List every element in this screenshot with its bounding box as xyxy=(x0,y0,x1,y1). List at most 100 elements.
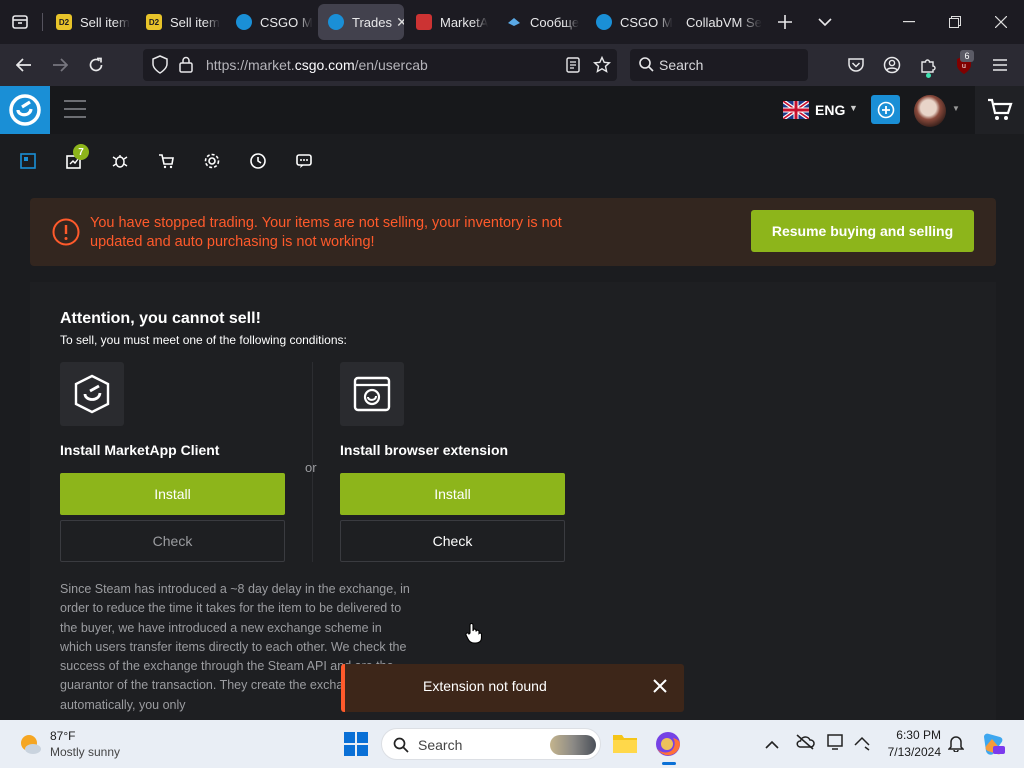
tab-title: MarketA xyxy=(440,14,489,30)
purchase-cart-icon[interactable] xyxy=(155,150,177,172)
chat-support-icon[interactable] xyxy=(293,150,315,172)
new-tab-icon[interactable] xyxy=(771,8,799,36)
install-extension-button[interactable]: Install xyxy=(340,473,565,515)
inventory-sell-icon[interactable]: 7 xyxy=(63,144,89,172)
lock-icon[interactable] xyxy=(179,56,193,78)
search-input[interactable]: Search xyxy=(630,49,808,81)
tab-title: Sell item xyxy=(170,14,220,30)
bookmark-star-icon[interactable] xyxy=(592,55,612,79)
display-icon[interactable] xyxy=(827,733,845,756)
windows-start-icon[interactable] xyxy=(344,732,368,761)
file-explorer-icon[interactable] xyxy=(612,731,638,760)
weather-description[interactable]: Mostly sunny xyxy=(50,745,120,759)
extension-badge: 6 xyxy=(960,50,974,62)
check-client-button[interactable]: Check xyxy=(60,520,285,562)
active-app-indicator xyxy=(662,762,676,765)
bug-icon[interactable] xyxy=(109,150,131,172)
svg-text:u: u xyxy=(962,63,966,70)
update-dot xyxy=(926,73,931,78)
install-client-button[interactable]: Install xyxy=(60,473,285,515)
site-logo-icon[interactable] xyxy=(0,86,50,134)
reload-icon[interactable] xyxy=(82,51,110,79)
close-tab-icon[interactable]: ✕ xyxy=(396,14,404,31)
browser-tab[interactable]: CollabVM Se xyxy=(676,4,766,40)
back-arrow-icon[interactable] xyxy=(10,51,38,79)
browser-tab[interactable]: Сообще xyxy=(496,4,586,40)
search-icon xyxy=(639,57,654,77)
warning-exclamation-icon xyxy=(52,218,80,251)
language-selector[interactable]: ENG xyxy=(815,102,845,118)
cart-icon xyxy=(987,98,1013,120)
ublock-extension-icon[interactable]: u 6 xyxy=(950,50,978,79)
d2-favicon-icon: D2 xyxy=(56,14,72,30)
toast-message: Extension not found xyxy=(423,678,547,694)
list-all-tabs-chevron-down-icon[interactable] xyxy=(811,8,839,36)
marketapp-favicon-icon xyxy=(416,14,432,30)
close-icon[interactable] xyxy=(652,678,672,698)
address-bar[interactable]: https://market.csgo.com/en/usercab xyxy=(143,49,617,81)
add-funds-button[interactable] xyxy=(871,95,900,124)
search-icon xyxy=(393,737,409,758)
site-sub-navigation: 7 xyxy=(0,134,1024,188)
search-placeholder: Search xyxy=(659,57,704,73)
minimize-window-icon[interactable] xyxy=(886,0,932,44)
browser-tab[interactable]: CSGO M xyxy=(586,4,676,40)
hamburger-menu-icon[interactable] xyxy=(986,51,1014,79)
url-text[interactable]: https://market.csgo.com/en/usercab xyxy=(206,57,428,73)
browser-tab[interactable]: MarketA xyxy=(406,4,494,40)
avatar[interactable] xyxy=(914,95,946,127)
browser-tab-active[interactable]: Trades ✕ xyxy=(318,4,404,40)
profile-chevron-down-icon[interactable]: ▼ xyxy=(952,104,960,113)
network-icon[interactable] xyxy=(853,733,871,756)
taskbar-search-placeholder: Search xyxy=(418,737,463,753)
settings-gear-icon[interactable] xyxy=(201,150,223,172)
reader-view-icon[interactable] xyxy=(566,57,580,78)
restore-window-icon[interactable] xyxy=(932,0,978,44)
plus-icon xyxy=(877,101,894,118)
csgo-market-favicon-icon xyxy=(236,14,252,30)
copilot-icon[interactable] xyxy=(980,731,1006,762)
tab-overview-icon[interactable] xyxy=(6,8,34,36)
show-hidden-icons-chevron-up-icon[interactable] xyxy=(765,737,779,755)
browser-tab[interactable]: D2 Sell item xyxy=(46,4,134,40)
resume-trading-button[interactable]: Resume buying and selling xyxy=(751,210,974,252)
tab-title: Sell item xyxy=(80,14,130,30)
weather-temperature[interactable]: 87°F xyxy=(50,729,75,743)
browser-tab[interactable]: D2 Sell item xyxy=(136,4,226,40)
firefox-icon[interactable] xyxy=(654,730,682,765)
tracking-protection-shield-icon[interactable] xyxy=(151,55,169,80)
forward-arrow-icon[interactable] xyxy=(46,51,74,79)
language-chevron-down-icon[interactable]: ▼ xyxy=(849,103,858,113)
notifications-bell-icon[interactable] xyxy=(947,734,965,757)
browser-tab[interactable]: CSGO M xyxy=(226,4,316,40)
weather-sun-icon[interactable] xyxy=(18,732,42,761)
extensions-puzzle-icon[interactable] xyxy=(914,51,942,79)
dashboard-icon[interactable] xyxy=(17,150,39,172)
error-toast: Extension not found xyxy=(341,664,684,712)
uk-flag-icon[interactable] xyxy=(781,99,811,124)
tab-title: CSGO M xyxy=(260,14,313,30)
trading-stopped-alert: You have stopped trading. Your items are… xyxy=(30,198,996,266)
tab-title: CSGO M xyxy=(620,14,673,30)
page-content: ENG ▼ ▼ 7 You have stopped trading. Your… xyxy=(0,86,1024,720)
page-title: Attention, you cannot sell! xyxy=(60,310,261,327)
cart-button[interactable] xyxy=(975,86,1024,134)
close-window-icon[interactable] xyxy=(978,0,1024,44)
account-icon[interactable] xyxy=(878,51,906,79)
hamburger-menu-icon[interactable] xyxy=(64,98,86,125)
clock-date[interactable]: 7/13/2024 xyxy=(880,745,941,759)
d2-favicon-icon: D2 xyxy=(146,14,162,30)
cannot-sell-panel: Attention, you cannot sell! To sell, you… xyxy=(30,282,996,720)
clock-time[interactable]: 6:30 PM xyxy=(885,728,941,742)
pocket-icon[interactable] xyxy=(842,51,870,79)
windows-taskbar: 87°F Mostly sunny Search 6:30 PM 7/13/20… xyxy=(0,720,1024,768)
taskbar-search-input[interactable]: Search xyxy=(381,728,601,760)
browser-tab-bar: D2 Sell item D2 Sell item CSGO M Trades … xyxy=(0,0,1024,44)
steam-favicon-icon xyxy=(506,14,522,30)
onedrive-cloud-icon[interactable] xyxy=(795,734,815,755)
browser-extension-icon xyxy=(340,362,404,426)
tab-title: Сообще xyxy=(530,14,580,30)
check-extension-button[interactable]: Check xyxy=(340,520,565,562)
history-clock-icon[interactable] xyxy=(247,150,269,172)
option-title: Install MarketApp Client xyxy=(60,442,220,458)
